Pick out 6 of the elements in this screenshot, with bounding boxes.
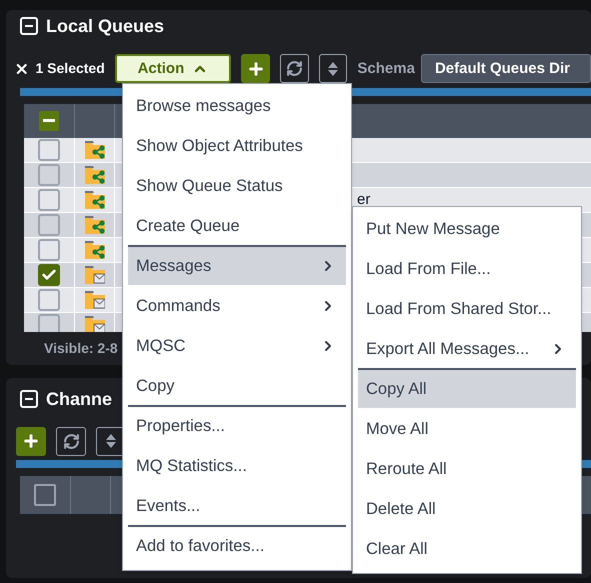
status-text: Visible: 2-8 — [44, 339, 118, 358]
queue-name: er — [357, 190, 370, 210]
panel-title: Local Queues — [46, 14, 164, 38]
panel-title: Channe — [46, 388, 112, 410]
schema-label: Schema — [357, 58, 415, 79]
selection-count: 1 Selected — [36, 59, 105, 78]
